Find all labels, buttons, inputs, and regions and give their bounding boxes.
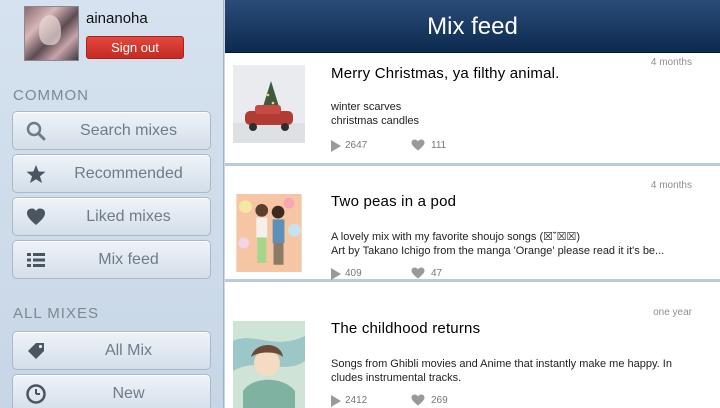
clock-icon — [26, 384, 46, 404]
mix-cover-image[interactable] — [233, 65, 305, 143]
heart-icon — [411, 394, 425, 406]
nav-label: New — [112, 385, 145, 402]
like-count: 47 — [431, 268, 443, 279]
nav-label: Search mixes — [80, 122, 177, 139]
heart-icon — [411, 139, 425, 151]
section-label-all-mixes: ALL MIXES — [13, 305, 99, 322]
user-profile: ainanoha Sign out — [24, 6, 214, 62]
play-count: 2412 — [345, 395, 368, 406]
tag-icon — [28, 343, 44, 359]
nav-label: Liked mixes — [86, 208, 171, 225]
avatar[interactable] — [24, 6, 79, 61]
mix-card[interactable]: Merry Christmas, ya filthy animal. 4 mon… — [225, 53, 720, 166]
mix-title[interactable]: The childhood returns — [331, 320, 480, 337]
nav-label: Mix feed — [98, 251, 159, 268]
play-icon — [331, 395, 341, 407]
star-icon — [26, 165, 46, 183]
play-icon — [331, 268, 341, 280]
mix-age: 4 months — [650, 57, 692, 68]
mix-age: one year — [653, 307, 692, 318]
heart-icon — [27, 208, 45, 225]
nav-search-mixes[interactable]: Search mixes — [12, 111, 211, 150]
nav-new[interactable]: New — [12, 374, 211, 408]
nav-liked-mixes[interactable]: Liked mixes — [12, 197, 211, 236]
mix-age: 4 months — [650, 180, 692, 191]
list-icon — [27, 253, 45, 267]
mix-title[interactable]: Merry Christmas, ya filthy animal. — [331, 65, 560, 82]
nav-recommended[interactable]: Recommended — [12, 154, 211, 193]
main-content: Mix feed Merry Christmas, ya filthy anim… — [225, 0, 720, 408]
play-count: 409 — [345, 268, 362, 279]
username: ainanoha — [86, 10, 148, 27]
mix-description-line: winter scarves — [331, 101, 402, 113]
play-icon — [331, 140, 341, 152]
mix-title[interactable]: Two peas in a pod — [331, 193, 456, 210]
like-count: 111 — [431, 140, 447, 151]
nav-all-mix[interactable]: All Mix — [12, 331, 211, 370]
nav-label: All Mix — [104, 342, 153, 359]
sign-out-button[interactable]: Sign out — [86, 36, 184, 59]
page-title: Mix feed — [427, 13, 518, 40]
sidebar: ainanoha Sign out COMMON Search mixes Re… — [0, 0, 224, 408]
section-label-common: COMMON — [13, 87, 89, 104]
heart-icon — [411, 267, 425, 279]
nav-mix-feed[interactable]: Mix feed — [12, 240, 211, 279]
mix-description-line: Songs from Ghibli movies and Anime that … — [331, 358, 672, 370]
mix-description-line: A lovely mix with my favorite shoujo son… — [331, 231, 581, 243]
mix-cover-image[interactable] — [233, 194, 305, 272]
mix-description-line: cludes instrumental tracks. — [331, 372, 462, 384]
nav-label: Recommended — [74, 165, 183, 182]
mix-description-line: Art by Takano Ichigo from the manga 'Ora… — [331, 245, 665, 257]
search-icon — [26, 121, 46, 141]
like-count: 269 — [431, 395, 448, 406]
mix-description-line: christmas candles — [331, 115, 420, 127]
mix-card[interactable]: The childhood returns one year Songs fro… — [225, 296, 720, 408]
play-count: 2647 — [345, 140, 368, 151]
header-bar: Mix feed — [225, 0, 720, 53]
mix-cover-image[interactable] — [233, 321, 305, 408]
mix-card[interactable]: Two peas in a pod 4 months A lovely mix … — [225, 169, 720, 282]
